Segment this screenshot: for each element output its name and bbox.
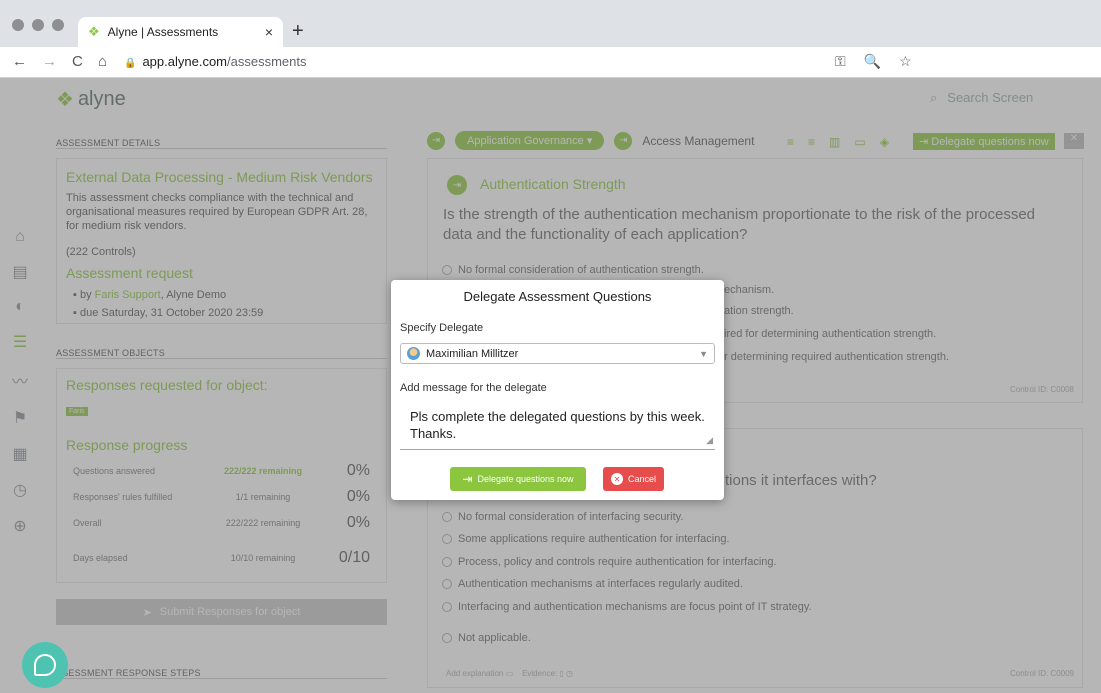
delegate-questions-button[interactable]: ⇥ Delegate questions now [450,467,586,491]
chat-launcher-button[interactable] [22,642,68,688]
resize-grip-icon[interactable]: ◢ [706,432,713,449]
tab-title: Alyne | Assessments [107,25,219,39]
delegate-label: Specify Delegate [400,322,484,334]
delegate-select[interactable]: Maximilian Millitzer ▼ [400,343,715,364]
zoom-icon[interactable]: 🔍 [864,53,881,70]
tab-close-icon[interactable]: × [265,24,273,40]
alyne-favicon-icon: ❖ [88,24,100,39]
url-domain: app.alyne.com [142,54,228,69]
browser-tabbar: ❖ Alyne | Assessments × + [0,0,1101,47]
chat-bubble-icon [34,654,56,676]
home-icon[interactable]: ⌂ [98,53,107,70]
message-label: Add message for the delegate [400,382,547,394]
delegate-value: Maximilian Millitzer [426,347,519,360]
window-controls[interactable] [12,19,64,31]
avatar [407,347,420,360]
address-bar: ← → C ⌂ 🔒 app.alyne.com/assessments ⚿ 🔍 ☆ [0,47,1101,78]
lock-icon: 🔒 [124,58,137,69]
cancel-icon: ✕ [610,473,623,485]
reload-icon[interactable]: C [72,53,83,70]
chevron-down-icon: ▼ [699,348,708,359]
message-text: Pls complete the delegated questions by … [410,409,705,441]
key-icon[interactable]: ⚿ [835,53,846,70]
url-path: /assessments [227,54,307,69]
cancel-button[interactable]: ✕ Cancel [603,467,664,491]
star-icon[interactable]: ☆ [899,53,912,70]
browser-tab[interactable]: ❖ Alyne | Assessments × [78,17,283,47]
new-tab-button[interactable]: + [292,20,304,43]
back-icon[interactable]: ← [12,53,27,70]
delegate-icon: ⇥ [462,472,473,486]
url-field[interactable]: 🔒 app.alyne.com/assessments [124,54,307,69]
forward-icon[interactable]: → [42,53,57,70]
message-textarea[interactable]: Pls complete the delegated questions by … [400,402,715,450]
modal-title: Delegate Assessment Questions [463,289,652,304]
delegate-modal: Delegate Assessment Questions Specify De… [391,280,724,500]
